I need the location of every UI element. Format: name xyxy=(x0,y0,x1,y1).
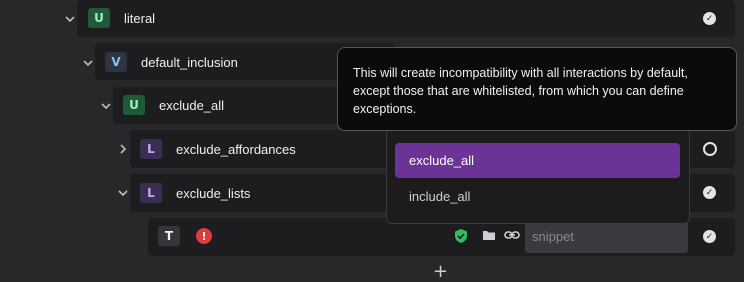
tooltip: This will create incompatibility with al… xyxy=(337,47,737,131)
type-badge-u: U xyxy=(123,95,145,115)
type-badge-t: T xyxy=(158,226,180,246)
snippet-input[interactable] xyxy=(525,220,688,253)
node-label-exclude-lists: exclude_lists xyxy=(176,186,251,201)
node-label-exclude-all: exclude_all xyxy=(159,98,225,113)
chevron-down-icon[interactable] xyxy=(116,186,130,200)
node-label-literal: literal xyxy=(124,11,156,26)
dropdown-option-exclude-all[interactable]: exclude_all xyxy=(395,143,680,178)
tooltip-text: This will create incompatibility with al… xyxy=(353,66,688,116)
tree-row-literal[interactable] xyxy=(77,0,735,37)
chevron-right-icon[interactable] xyxy=(116,142,130,156)
error-icon[interactable]: ! xyxy=(196,228,212,244)
check-icon[interactable]: ✓ xyxy=(703,12,716,25)
type-badge-u: U xyxy=(88,8,110,28)
chevron-down-icon[interactable] xyxy=(81,56,95,70)
check-icon[interactable]: ✓ xyxy=(703,230,716,243)
type-badge-l: L xyxy=(140,139,162,159)
node-label-default-inclusion: default_inclusion xyxy=(141,55,238,70)
node-label-exclude-affordances: exclude_affordances xyxy=(176,142,296,157)
type-badge-l: L xyxy=(140,183,162,203)
chevron-down-icon[interactable] xyxy=(99,99,113,113)
dropdown-option-include-all[interactable]: include_all xyxy=(395,179,680,214)
shield-check-icon[interactable] xyxy=(454,228,468,244)
link-icon[interactable] xyxy=(504,229,520,241)
unchecked-circle-icon[interactable] xyxy=(703,142,717,156)
check-icon[interactable]: ✓ xyxy=(703,186,716,199)
type-badge-v: V xyxy=(105,52,127,72)
option-dropdown: exclude_all include_all xyxy=(386,128,690,224)
folder-icon[interactable] xyxy=(482,229,496,241)
chevron-down-icon[interactable] xyxy=(63,12,77,26)
add-button[interactable]: + xyxy=(433,261,448,282)
